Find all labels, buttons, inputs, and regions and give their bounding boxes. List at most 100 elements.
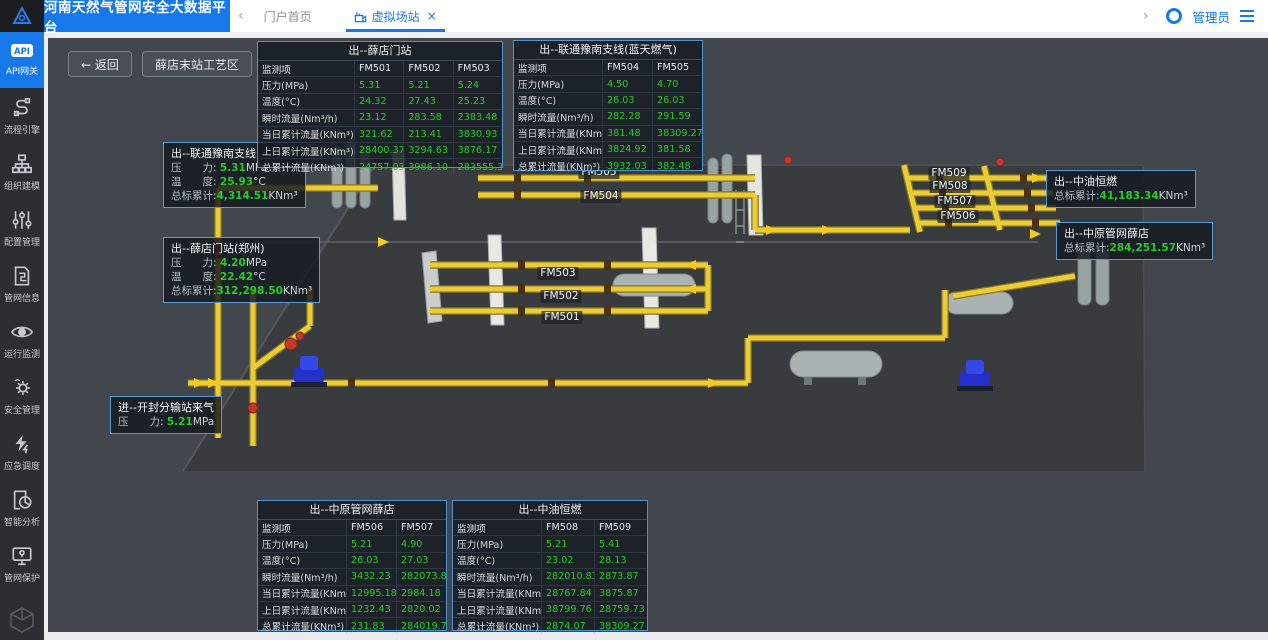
sidebar-item-config-mgmt[interactable]: 配置管理 — [0, 200, 44, 256]
user-avatar[interactable] — [1166, 8, 1182, 24]
table-row: 压力(MPa)4.504.70 — [514, 75, 702, 91]
tooltip-line: 总标累计:4,314.51KNm³ — [171, 189, 298, 203]
table-row: 温度(°C)23.0228.13 — [453, 552, 647, 568]
table-cell: 24.32 — [354, 94, 403, 109]
sidebar-item-label: 管网保护 — [4, 570, 40, 583]
lightning-icon — [11, 433, 33, 455]
table-cell: 26.03 — [346, 553, 396, 568]
user-name[interactable]: 管理员 — [1192, 7, 1230, 26]
table-header-cell: FM501 — [354, 61, 403, 76]
table-header-row: 监测项FM501FM502FM503 — [258, 61, 502, 76]
table-cell: 瞬时流量(Nm³/h) — [258, 569, 346, 584]
tab-virtual-station[interactable]: 虚拟场站 × — [342, 0, 449, 32]
table-cell: 3294.63 — [403, 143, 452, 158]
table-row: 总累计流量(KNm³)3932.03382.48 — [514, 157, 702, 173]
tabs-scroll-left-icon[interactable]: ‹ — [230, 8, 252, 24]
tooltip-line: 总标累计:41,183.34KNm³ — [1054, 189, 1188, 203]
platform-title: 河南天然气管网安全大数据平台 — [44, 0, 230, 32]
table-cell: 28759.73 — [594, 602, 647, 617]
table-row: 总累计流量(KNm³)231.83284019.74 — [258, 617, 446, 633]
sidebar-item-pipeline-protection[interactable]: 管网保护 — [0, 536, 44, 592]
table-header-cell: 监测项 — [258, 520, 346, 535]
table-cell: 5.21 — [541, 536, 594, 551]
panel-zhongyou-hengran: 出--中油恒燃 监测项FM508FM509压力(MPa)5.215.41温度(°… — [452, 500, 648, 631]
tooltip-title: 出--薛店门站(郑州) — [171, 241, 312, 256]
app-window: 河南天然气管网安全大数据平台 ‹ 门户首页 虚拟场站 × › 管理员 — [0, 0, 1268, 640]
station-tab-icon — [354, 10, 367, 23]
fm-tag-FM504: FM504 — [580, 190, 621, 203]
table-cell: 温度(°C) — [514, 93, 602, 108]
sidebar-item-pipeline-info[interactable]: 管网信息 — [0, 256, 44, 312]
table-cell: 温度(°C) — [258, 94, 354, 109]
api-badge-icon: API — [10, 43, 34, 60]
sliders-icon — [11, 209, 33, 231]
app-logo[interactable] — [0, 0, 44, 32]
panel-yunan-branch: 出--联通豫南支线(蓝天燃气) 监测项FM504FM505压力(MPa)4.50… — [513, 40, 703, 171]
fm-tag-FM508: FM508 — [929, 180, 970, 193]
table-row: 温度(°C)26.0327.03 — [258, 552, 446, 568]
table-cell: 25.23 — [453, 94, 502, 109]
table-cell: 总累计流量(KNm³) — [514, 158, 602, 173]
top-header: 河南天然气管网安全大数据平台 ‹ 门户首页 虚拟场站 × › 管理员 — [0, 0, 1268, 32]
monitor-table: 监测项FM501FM502FM503压力(MPa)5.315.215.24 温度(… — [258, 61, 502, 175]
table-cell: 231.83 — [346, 618, 396, 633]
tab-close-icon[interactable]: × — [427, 9, 437, 23]
back-button[interactable]: ← 返回 — [68, 51, 132, 77]
table-cell: 当日累计流量(KNm³) — [514, 126, 602, 141]
table-cell: 28400.37 — [354, 143, 403, 158]
tabs-scroll-right-icon[interactable]: › — [1135, 8, 1157, 24]
tab-label: 门户首页 — [264, 8, 312, 25]
table-cell: 2873.87 — [594, 569, 647, 584]
table-cell: 瞬时流量(Nm³/h) — [514, 109, 602, 124]
table-cell: 23.12 — [354, 110, 403, 125]
table-header-row: 监测项FM504FM505 — [514, 60, 702, 75]
table-row: 当日累计流量(KNm³)12995.182984.18 — [258, 585, 446, 601]
sidebar-item-label: API网关 — [6, 63, 38, 76]
sidebar-item-api-gateway[interactable]: API API网关 — [0, 32, 44, 88]
tooltip-line: 温 度: 22.42°C — [171, 270, 312, 284]
table-cell: 282073.89 — [396, 569, 446, 584]
table-cell: 28767.84 — [541, 586, 594, 601]
monitor-table: 监测项FM506FM507压力(MPa)5.214.90温度(°C)26.032… — [258, 520, 446, 634]
table-cell: 291.59 — [652, 109, 702, 124]
table-cell: 284019.74 — [396, 618, 446, 633]
table-cell: 282.28 — [602, 109, 652, 124]
sidebar-item-operation-monitor[interactable]: 运行监测 — [0, 312, 44, 368]
table-cell: 27.03 — [396, 553, 446, 568]
panel-title: 出--薛店门站 — [258, 42, 502, 61]
table-cell: 4.90 — [396, 536, 446, 551]
tab-portal-home[interactable]: 门户首页 — [252, 0, 324, 32]
station-area-button[interactable]: 薛店末站工艺区 — [142, 51, 252, 77]
table-cell: 3876.17 — [453, 143, 502, 158]
table-row: 上日累计流量(KNm³)1232.432820.02 — [258, 601, 446, 617]
tab-bar: ‹ 门户首页 虚拟场站 × › 管理员 — [230, 0, 1268, 32]
table-row: 压力(MPa)5.315.215.24 — [258, 76, 502, 92]
sidebar-item-safety-mgmt[interactable]: 安全管理 — [0, 368, 44, 424]
table-header-cell: FM507 — [396, 520, 446, 535]
table-cell: 3830.93 — [453, 127, 502, 142]
table-cell: 213.41 — [403, 127, 452, 142]
table-cell: 压力(MPa) — [453, 536, 541, 551]
panel-zhongyuan-network: 出--中原管网薛店 监测项FM506FM507压力(MPa)5.214.90温度… — [257, 500, 447, 631]
table-cell: 26.03 — [602, 93, 652, 108]
sidebar-item-org-modeling[interactable]: 组织建模 — [0, 144, 44, 200]
table-header-cell: FM506 — [346, 520, 396, 535]
table-row: 当日累计流量(KNm³)321.62213.413830.93 — [258, 126, 502, 142]
sidebar-item-process-engine[interactable]: 流程引擎 — [0, 88, 44, 144]
table-cell: 上日累计流量(KNm³) — [514, 142, 602, 157]
cube-icon[interactable] — [0, 606, 44, 634]
sidebar-item-label: 运行监测 — [4, 346, 40, 359]
table-cell: 4.70 — [652, 76, 702, 91]
table-cell: 2820.02 — [396, 602, 446, 617]
fm-tag-FM501: FM501 — [541, 311, 582, 324]
table-cell: 5.31 — [354, 77, 403, 92]
table-row: 瞬时流量(Nm³/h)282.28291.59 — [514, 108, 702, 124]
table-cell: 瞬时流量(Nm³/h) — [258, 110, 354, 125]
sidebar-item-label: 流程引擎 — [4, 122, 40, 135]
table-cell: 上日累计流量(KNm³) — [453, 602, 541, 617]
sidebar-item-smart-analysis[interactable]: 智能分析 — [0, 480, 44, 536]
table-row: 温度(°C)26.0326.03 — [514, 92, 702, 108]
document-icon — [11, 265, 33, 287]
sidebar-item-emergency-dispatch[interactable]: 应急调度 — [0, 424, 44, 480]
menu-icon[interactable] — [1240, 10, 1254, 22]
